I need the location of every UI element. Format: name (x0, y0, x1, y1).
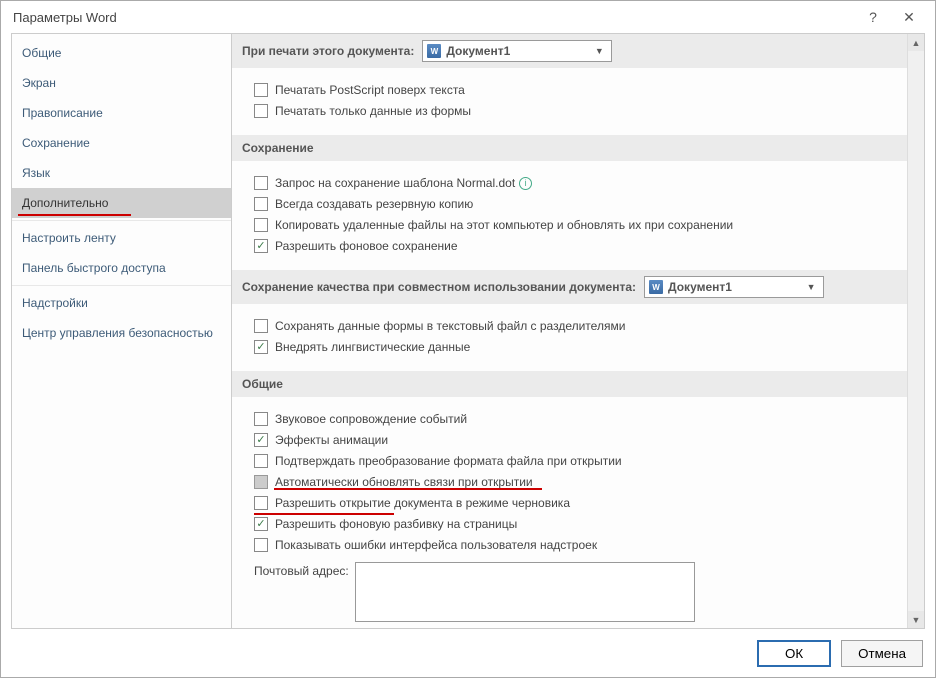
mail-address-label: Почтовый адрес: (254, 562, 349, 578)
save-opt-label-3: Разрешить фоновое сохранение (275, 239, 458, 253)
section-general-header: Общие (232, 371, 907, 397)
sidebar-separator (12, 285, 231, 286)
close-button[interactable]: ✕ (891, 3, 927, 31)
save-opt-checkbox-3[interactable] (254, 239, 268, 253)
vertical-scrollbar[interactable]: ▲ ▼ (907, 34, 924, 628)
general-opt-checkbox-6[interactable] (254, 538, 268, 552)
section-quality-body: Сохранять данные формы в текстовый файл … (232, 304, 907, 371)
sidebar-item-9[interactable]: Центр управления безопасностью (12, 318, 231, 348)
quality-document-value: Документ1 (668, 280, 732, 294)
general-opt-row-1: Эффекты анимации (254, 431, 897, 449)
general-opt-label-5: Разрешить фоновую разбивку на страницы (275, 517, 517, 531)
general-opt-label-0: Звуковое сопровождение событий (275, 412, 467, 426)
mail-address-row: Почтовый адрес: (254, 562, 897, 622)
scroll-area: При печати этого документа: W Документ1 … (232, 34, 907, 628)
print-opt-checkbox-0[interactable] (254, 83, 268, 97)
section-quality-header: Сохранение качества при совместном испол… (232, 270, 907, 304)
save-opt-label-2: Копировать удаленные файлы на этот компь… (275, 218, 733, 232)
general-opt-checkbox-0[interactable] (254, 412, 268, 426)
save-opt-checkbox-0[interactable] (254, 176, 268, 190)
print-opt-checkbox-1[interactable] (254, 104, 268, 118)
cancel-button[interactable]: Отмена (841, 640, 923, 667)
general-opt-checkbox-1[interactable] (254, 433, 268, 447)
scroll-down-button[interactable]: ▼ (908, 611, 924, 628)
sidebar-item-3[interactable]: Сохранение (12, 128, 231, 158)
dialog-title: Параметры Word (13, 10, 855, 25)
print-opt-label-0: Печатать PostScript поверх текста (275, 83, 465, 97)
titlebar: Параметры Word ? ✕ (1, 1, 935, 33)
general-opt-label-1: Эффекты анимации (275, 433, 388, 447)
sidebar: ОбщиеЭкранПравописаниеСохранениеЯзыкДопо… (11, 33, 231, 629)
general-opt-row-6: Показывать ошибки интерфейса пользовател… (254, 536, 897, 554)
print-opt-label-1: Печатать только данные из формы (275, 104, 471, 118)
section-general-body: Звуковое сопровождение событий Эффекты ан… (232, 397, 907, 628)
sidebar-item-4[interactable]: Язык (12, 158, 231, 188)
general-opt-row-5: Разрешить фоновую разбивку на страницы (254, 515, 897, 533)
print-opt-row-1: Печатать только данные из формы (254, 102, 897, 120)
print-opt-row-0: Печатать PostScript поверх текста (254, 81, 897, 99)
info-icon[interactable]: i (519, 177, 532, 190)
general-opt-checkbox-3[interactable] (254, 475, 268, 489)
section-print-header: При печати этого документа: W Документ1 … (232, 34, 907, 68)
sidebar-item-5[interactable]: Дополнительно (12, 188, 231, 218)
general-opt-label-2: Подтверждать преобразование формата файл… (275, 454, 622, 468)
section-print-title: При печати этого документа: (242, 44, 414, 58)
chevron-down-icon: ▼ (803, 282, 819, 292)
quality-document-combo[interactable]: W Документ1 ▼ (644, 276, 824, 298)
save-opt-label-0: Запрос на сохранение шаблона Normal.dot (275, 176, 515, 190)
save-opt-row-3: Разрешить фоновое сохранение (254, 237, 897, 255)
dialog-footer: ОК Отмена (1, 629, 935, 677)
section-print-body: Печатать PostScript поверх текста Печатат… (232, 68, 907, 135)
save-opt-row-1: Всегда создавать резервную копию (254, 195, 897, 213)
red-underline (18, 214, 131, 216)
general-opt-checkbox-5[interactable] (254, 517, 268, 531)
sidebar-separator (12, 220, 231, 221)
word-doc-icon: W (649, 280, 663, 294)
general-opt-label-4: Разрешить открытие документа в режиме че… (275, 496, 570, 510)
quality-opt-row-0: Сохранять данные формы в текстовый файл … (254, 317, 897, 335)
section-save-body: Запрос на сохранение шаблона Normal.dot i… (232, 161, 907, 270)
save-opt-checkbox-1[interactable] (254, 197, 268, 211)
section-quality-title: Сохранение качества при совместном испол… (242, 280, 636, 294)
save-opt-row-0: Запрос на сохранение шаблона Normal.dot i (254, 174, 897, 192)
general-opt-row-0: Звуковое сопровождение событий (254, 410, 897, 428)
quality-opt-label-0: Сохранять данные формы в текстовый файл … (275, 319, 625, 333)
help-button[interactable]: ? (855, 3, 891, 31)
quality-opt-checkbox-0[interactable] (254, 319, 268, 333)
section-save-header: Сохранение (232, 135, 907, 161)
save-opt-row-2: Копировать удаленные файлы на этот компь… (254, 216, 897, 234)
section-general-title: Общие (242, 377, 283, 391)
sidebar-item-6[interactable]: Настроить ленту (12, 223, 231, 253)
sidebar-item-0[interactable]: Общие (12, 38, 231, 68)
content-area: ОбщиеЭкранПравописаниеСохранениеЯзыкДопо… (1, 33, 935, 629)
ok-button[interactable]: ОК (757, 640, 831, 667)
general-opt-checkbox-4[interactable] (254, 496, 268, 510)
quality-opt-row-1: Внедрять лингвистические данные (254, 338, 897, 356)
sidebar-item-1[interactable]: Экран (12, 68, 231, 98)
general-opt-label-3: Автоматически обновлять связи при открыт… (275, 475, 533, 489)
quality-opt-label-1: Внедрять лингвистические данные (275, 340, 470, 354)
print-document-combo[interactable]: W Документ1 ▼ (422, 40, 612, 62)
sidebar-item-8[interactable]: Надстройки (12, 288, 231, 318)
sidebar-item-2[interactable]: Правописание (12, 98, 231, 128)
scroll-up-button[interactable]: ▲ (908, 34, 924, 51)
quality-opt-checkbox-1[interactable] (254, 340, 268, 354)
section-save-title: Сохранение (242, 141, 314, 155)
sidebar-item-7[interactable]: Панель быстрого доступа (12, 253, 231, 283)
general-opt-row-2: Подтверждать преобразование формата файл… (254, 452, 897, 470)
word-options-dialog: Параметры Word ? ✕ ОбщиеЭкранПравописани… (0, 0, 936, 678)
main-panel: При печати этого документа: W Документ1 … (231, 33, 925, 629)
general-opt-checkbox-2[interactable] (254, 454, 268, 468)
save-opt-label-1: Всегда создавать резервную копию (275, 197, 473, 211)
general-opt-label-6: Показывать ошибки интерфейса пользовател… (275, 538, 597, 552)
general-opt-row-4: Разрешить открытие документа в режиме че… (254, 494, 897, 512)
save-opt-checkbox-2[interactable] (254, 218, 268, 232)
chevron-down-icon: ▼ (591, 46, 607, 56)
general-opt-row-3: Автоматически обновлять связи при открыт… (254, 473, 897, 491)
word-doc-icon: W (427, 44, 441, 58)
print-document-value: Документ1 (446, 44, 510, 58)
mail-address-input[interactable] (355, 562, 695, 622)
